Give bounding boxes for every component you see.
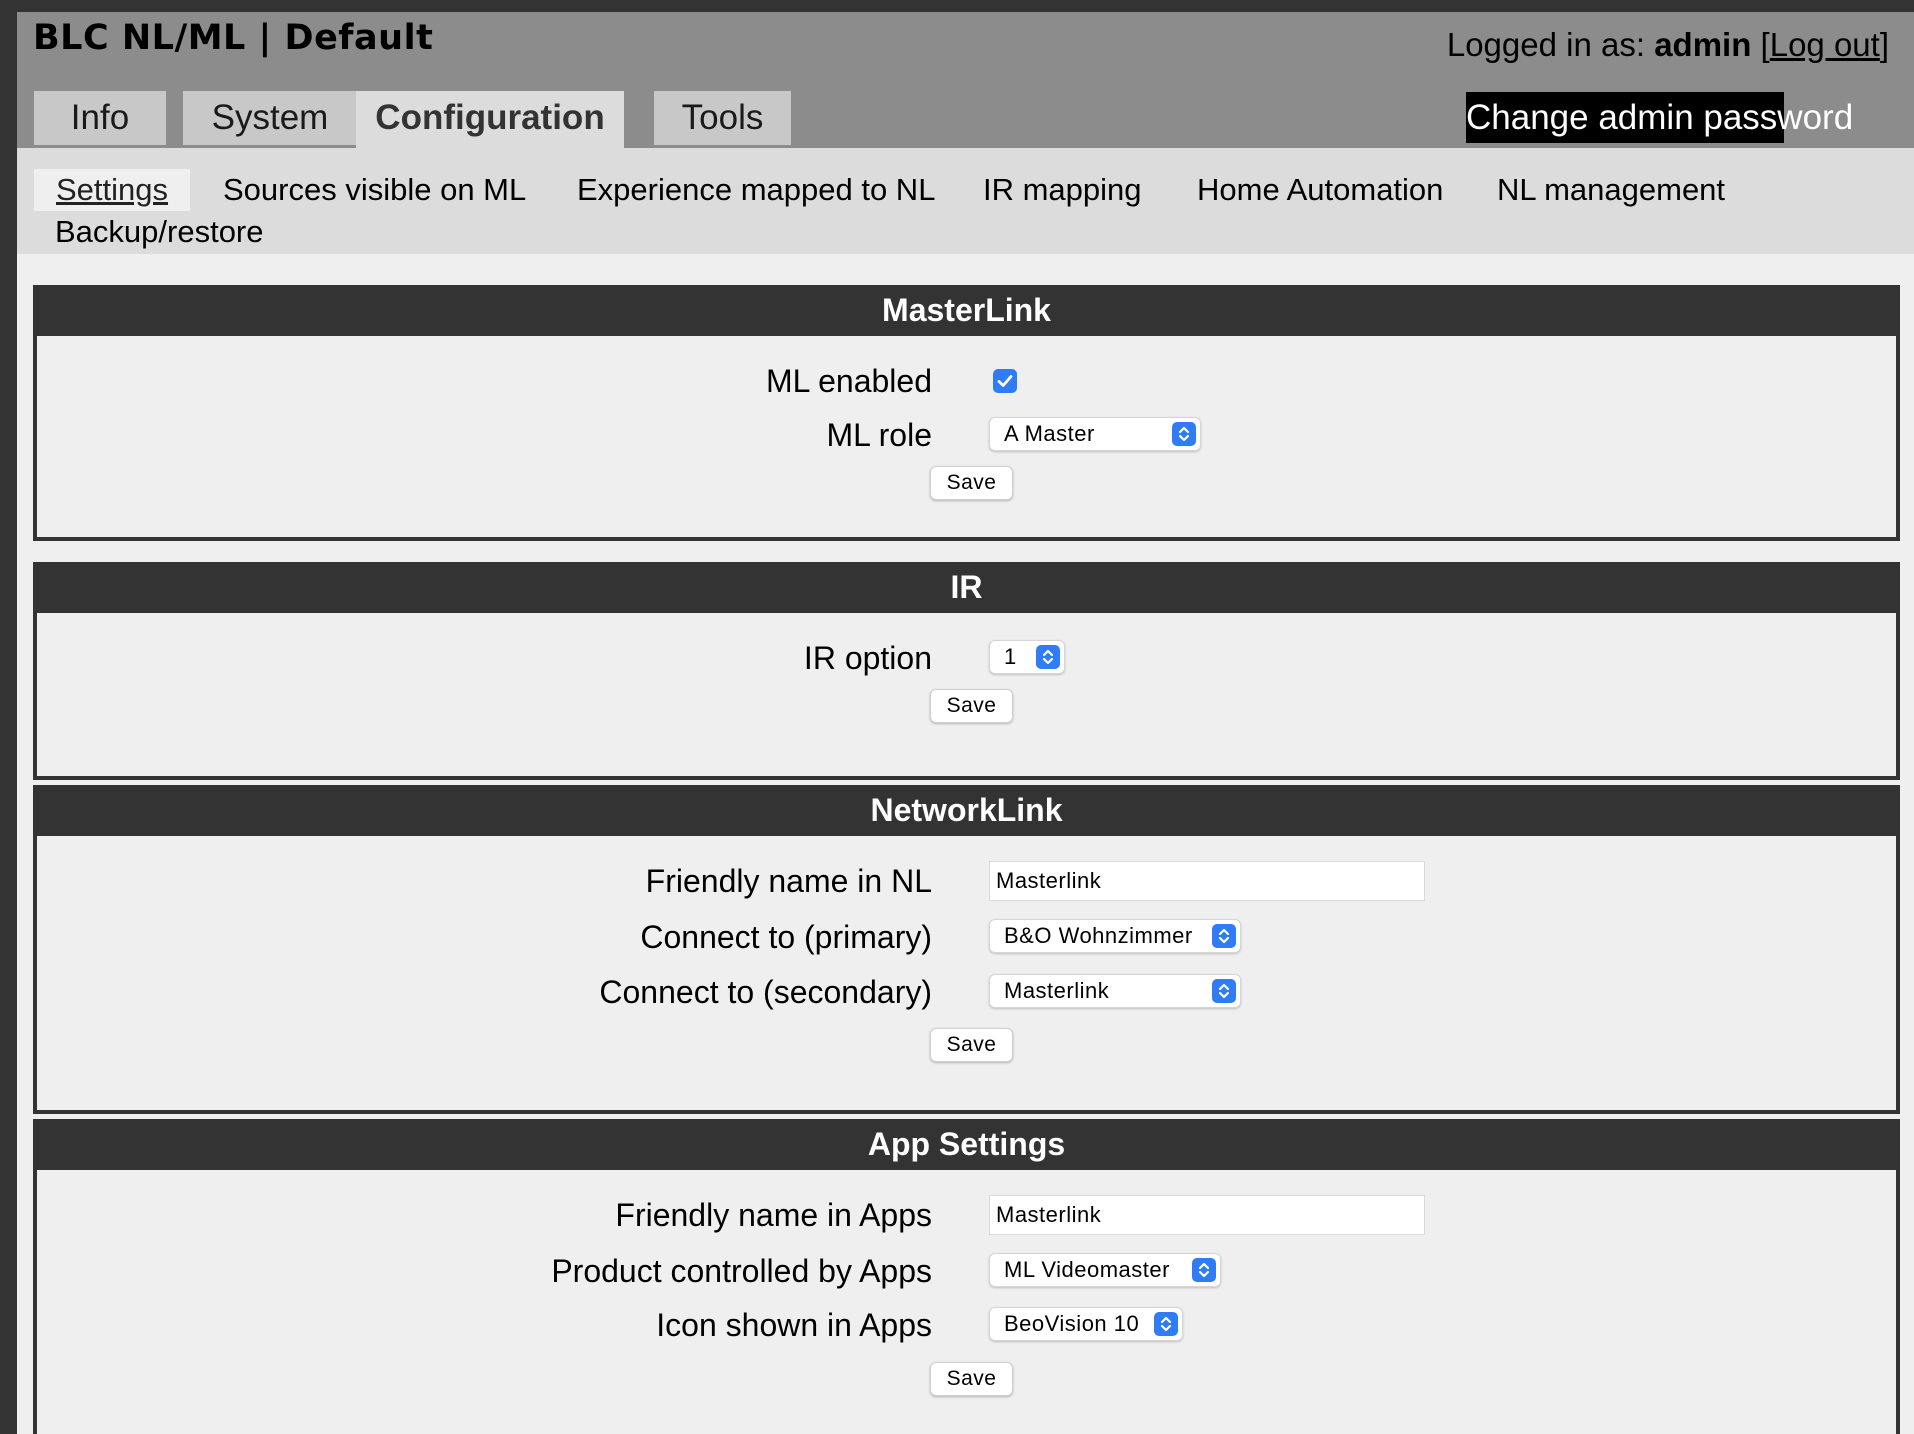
ml-role-control: A Master (989, 417, 1201, 451)
ir-panel-title: IR (37, 562, 1896, 613)
login-prefix: Logged in as: (1446, 26, 1655, 63)
nl-friendly-name-control: Masterlink (989, 861, 1425, 901)
page: BLC NL/ML | Default Logged in as: admin … (17, 12, 1914, 1434)
tab-system[interactable]: System (183, 91, 357, 145)
masterlink-save-button[interactable]: Save (930, 466, 1013, 500)
app-friendly-name-input[interactable]: Masterlink (989, 1195, 1425, 1235)
ml-role-row: ML role A Master (37, 413, 1896, 457)
nl-secondary-control: Masterlink (989, 974, 1241, 1008)
app-icon-label: Icon shown in Apps (656, 1307, 932, 1343)
app-icon-value: BeoVision 10 (1004, 1311, 1140, 1336)
ml-enabled-control (989, 363, 1017, 393)
app-icon-control: BeoVision 10 (989, 1307, 1183, 1341)
app-friendly-name-label: Friendly name in Apps (615, 1197, 932, 1233)
select-arrows-icon (1036, 645, 1060, 669)
ml-enabled-checkbox[interactable] (993, 369, 1017, 393)
app-friendly-name-row: Friendly name in Apps Masterlink (37, 1193, 1896, 1237)
ir-option-select[interactable]: 1 (989, 640, 1065, 674)
select-arrows-icon (1212, 979, 1236, 1003)
ir-option-row: IR option 1 (37, 636, 1896, 680)
app-friendly-name-control: Masterlink (989, 1195, 1425, 1235)
app-product-control: ML Videomaster (989, 1253, 1221, 1287)
ml-role-select[interactable]: A Master (989, 417, 1201, 451)
nl-secondary-value: Masterlink (1004, 978, 1110, 1003)
tab-info[interactable]: Info (34, 91, 166, 145)
app-icon-select[interactable]: BeoVision 10 (989, 1307, 1183, 1341)
subnav-sources-visible-on-ml[interactable]: Sources visible on ML (223, 169, 526, 211)
nl-secondary-row: Connect to (secondary) Masterlink (37, 970, 1896, 1014)
subnav-home-automation[interactable]: Home Automation (1197, 169, 1443, 211)
nl-friendly-name-row: Friendly name in NL Masterlink (37, 859, 1896, 903)
subnav-experience-mapped-to-nl[interactable]: Experience mapped to NL (577, 169, 935, 211)
ir-option-control: 1 (989, 640, 1065, 674)
checkmark-icon (997, 375, 1013, 387)
nl-secondary-label: Connect to (secondary) (599, 974, 932, 1010)
app-product-label: Product controlled by Apps (551, 1253, 932, 1289)
ml-role-label: ML role (826, 417, 932, 453)
app-product-select[interactable]: ML Videomaster (989, 1253, 1221, 1287)
app-settings-panel: App Settings Friendly name in Apps Maste… (33, 1119, 1900, 1434)
nl-friendly-name-input[interactable]: Masterlink (989, 861, 1425, 901)
select-arrows-icon (1154, 1312, 1178, 1336)
change-admin-password-button[interactable]: Change admin password (1466, 92, 1853, 143)
username: admin (1654, 26, 1752, 63)
nl-primary-value: B&O Wohnzimmer (1004, 923, 1193, 948)
app-product-value: ML Videomaster (1004, 1257, 1170, 1282)
subnav: Settings Sources visible on ML Experienc… (17, 148, 1914, 254)
bracket-open: [ (1760, 26, 1770, 63)
app-settings-save-button[interactable]: Save (930, 1362, 1013, 1396)
header: BLC NL/ML | Default Logged in as: admin … (17, 12, 1914, 148)
logout-link[interactable]: Log out (1770, 26, 1880, 63)
ml-enabled-row: ML enabled (37, 359, 1896, 403)
masterlink-panel-title: MasterLink (37, 285, 1896, 336)
ir-save-button[interactable]: Save (930, 689, 1013, 723)
nl-friendly-name-label: Friendly name in NL (645, 863, 932, 899)
ir-panel: IR IR option 1 Save (33, 562, 1900, 780)
ml-role-value: A Master (1004, 421, 1095, 446)
nl-secondary-select[interactable]: Masterlink (989, 974, 1241, 1008)
masterlink-panel: MasterLink ML enabled ML role A Master S… (33, 285, 1900, 541)
app-settings-panel-title: App Settings (37, 1119, 1896, 1170)
app-title: BLC NL/ML | Default (33, 18, 434, 58)
subnav-backup-restore[interactable]: Backup/restore (55, 211, 264, 253)
tab-configuration[interactable]: Configuration (356, 91, 624, 148)
subnav-nl-management[interactable]: NL management (1497, 169, 1725, 211)
subnav-ir-mapping[interactable]: IR mapping (983, 169, 1142, 211)
nl-primary-select[interactable]: B&O Wohnzimmer (989, 919, 1241, 953)
subnav-settings[interactable]: Settings (34, 169, 191, 211)
ir-option-label: IR option (803, 640, 932, 676)
networklink-panel: NetworkLink Friendly name in NL Masterli… (33, 785, 1900, 1114)
nl-primary-row: Connect to (primary) B&O Wohnzimmer (37, 915, 1896, 959)
networklink-save-button[interactable]: Save (930, 1028, 1013, 1062)
select-arrows-icon (1172, 422, 1196, 446)
app-icon-row: Icon shown in Apps BeoVision 10 (37, 1303, 1896, 1347)
nl-primary-label: Connect to (primary) (640, 919, 932, 955)
select-arrows-icon (1212, 924, 1236, 948)
ir-option-value: 1 (1004, 644, 1017, 669)
ml-enabled-label: ML enabled (765, 363, 932, 399)
login-info: Logged in as: admin [Log out] (1447, 26, 1889, 64)
tab-tools[interactable]: Tools (654, 91, 791, 145)
app-product-row: Product controlled by Apps ML Videomaste… (37, 1249, 1896, 1293)
bracket-close: ] (1879, 26, 1889, 63)
nl-primary-control: B&O Wohnzimmer (989, 919, 1241, 953)
select-arrows-icon (1192, 1258, 1216, 1282)
networklink-panel-title: NetworkLink (37, 785, 1896, 836)
